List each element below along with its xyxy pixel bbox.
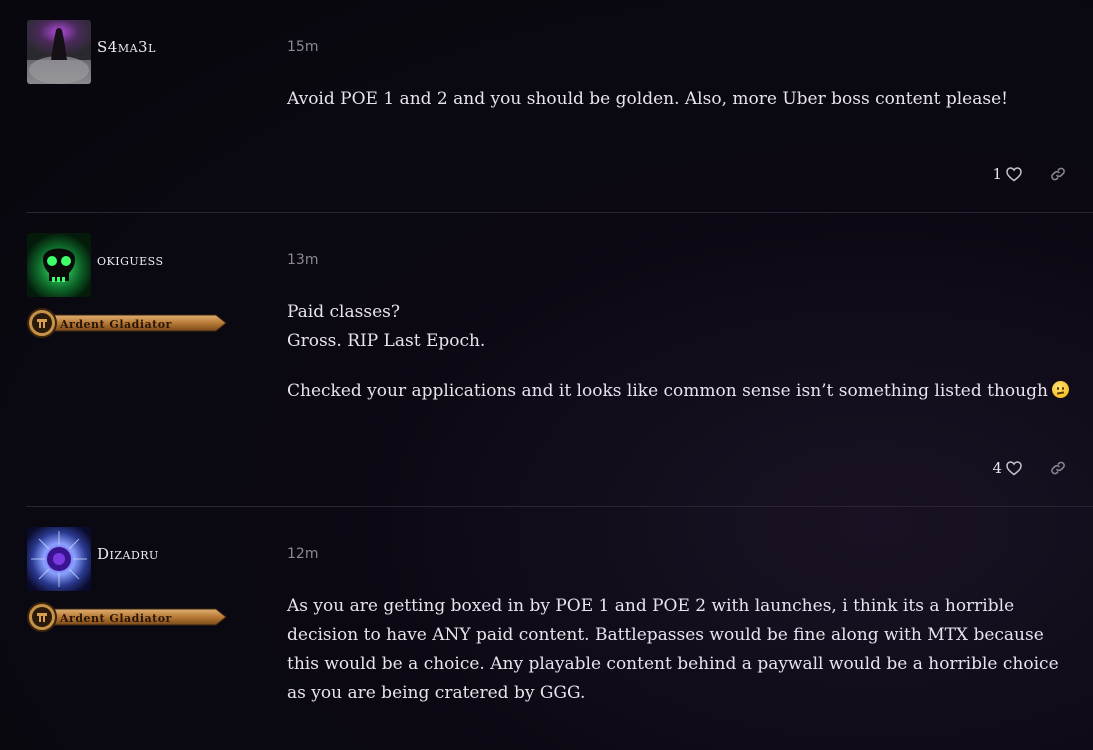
username[interactable]: S4ma3l bbox=[97, 38, 156, 56]
post-paragraph: Paid classes? bbox=[287, 302, 400, 322]
post-actions: 4 bbox=[992, 459, 1067, 477]
avatar[interactable] bbox=[27, 527, 91, 591]
post-paragraph: As you are getting boxed in by POE 1 and… bbox=[287, 596, 1059, 703]
post-timestamp[interactable]: 15m bbox=[287, 39, 318, 55]
post-actions: 1 bbox=[992, 165, 1067, 183]
badge-label: Ardent Gladiator bbox=[59, 612, 172, 625]
post-body: Paid classes? Gross. RIP Last Epoch. Che… bbox=[287, 298, 1077, 406]
post-body: Avoid POE 1 and 2 and you should be gold… bbox=[287, 85, 1077, 114]
post-s4ma3l: S4ma3l 15m Avoid POE 1 and 2 and you sho… bbox=[0, 0, 1093, 212]
username[interactable]: Dizadru bbox=[97, 545, 159, 563]
avatar-image bbox=[27, 233, 91, 297]
heart-icon[interactable] bbox=[1005, 459, 1023, 477]
flair-badge[interactable]: Ardent Gladiator bbox=[26, 308, 228, 338]
post-paragraph: Gross. RIP Last Epoch. bbox=[287, 331, 486, 351]
badge-label: Ardent Gladiator bbox=[59, 318, 172, 331]
post-okiguess: okiguess Ardent Gladiator 13m Paid class… bbox=[0, 213, 1093, 506]
confused-face-icon bbox=[1051, 381, 1069, 398]
post-paragraph: Checked your applications and it looks l… bbox=[287, 381, 1048, 401]
avatar[interactable] bbox=[27, 233, 91, 297]
username[interactable]: okiguess bbox=[97, 251, 164, 269]
post-dizadru: Dizadru Ardent Gladiator 12m As you are … bbox=[0, 507, 1093, 750]
post-timestamp[interactable]: 12m bbox=[287, 546, 318, 562]
link-icon[interactable] bbox=[1049, 459, 1067, 477]
post-paragraph: Avoid POE 1 and 2 and you should be gold… bbox=[287, 89, 1008, 109]
post-timestamp[interactable]: 13m bbox=[287, 252, 318, 268]
like-count[interactable]: 4 bbox=[992, 459, 1002, 477]
post-body: As you are getting boxed in by POE 1 and… bbox=[287, 592, 1077, 708]
flair-badge[interactable]: Ardent Gladiator bbox=[26, 602, 228, 632]
avatar[interactable] bbox=[27, 20, 91, 84]
link-icon[interactable] bbox=[1049, 165, 1067, 183]
heart-icon[interactable] bbox=[1005, 165, 1023, 183]
like-count[interactable]: 1 bbox=[992, 165, 1002, 183]
post-paragraph-with-emoji: Checked your applications and it looks l… bbox=[287, 377, 1077, 406]
avatar-image bbox=[27, 527, 91, 591]
avatar-image bbox=[27, 20, 91, 84]
